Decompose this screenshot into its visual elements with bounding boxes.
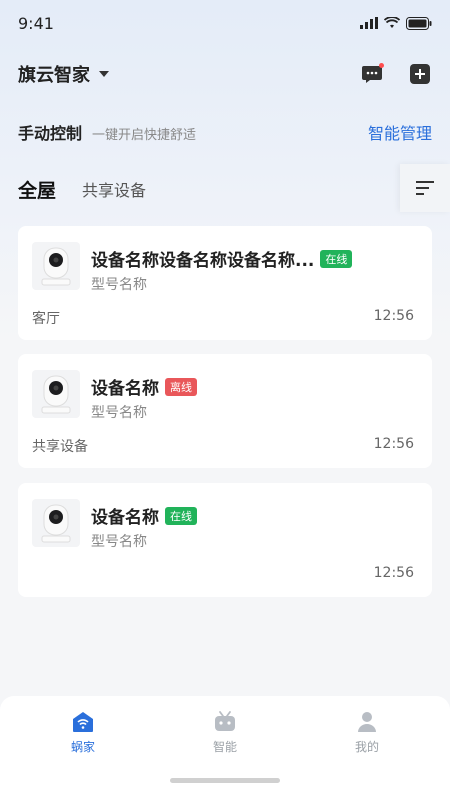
quick-control-title: 手动控制 [18, 124, 83, 143]
home-name: 旗云智家 [18, 65, 90, 86]
device-card[interactable]: 设备名称设备名称设备名称... 在线 型号名称 客厅 12:56 [18, 226, 432, 340]
status-badge: 在线 [320, 250, 353, 268]
device-time: 12:56 [373, 308, 414, 324]
message-button[interactable] [360, 62, 384, 86]
camera-thumbnail [32, 242, 80, 290]
device-model: 型号名称 [91, 277, 147, 293]
caret-down-icon [99, 71, 109, 77]
room-tabs: 全屋 共享设备 [18, 174, 146, 204]
camera-icon [41, 247, 71, 286]
status-badge: 在线 [165, 507, 197, 525]
device-room: 客厅 [32, 311, 60, 327]
device-room: 共享设备 [32, 439, 88, 455]
status-badge: 离线 [165, 378, 197, 396]
device-time: 12:56 [373, 436, 414, 452]
device-name-row: 设备名称 离线 [91, 374, 197, 399]
nav-home[interactable]: 蜗家 [43, 710, 123, 755]
robot-icon [215, 711, 235, 731]
sort-button[interactable] [400, 164, 450, 212]
plus-icon [410, 64, 430, 84]
home-selector[interactable]: 旗云智家 [18, 61, 110, 87]
device-model: 型号名称 [91, 405, 147, 421]
nav-mine[interactable]: 我的 [327, 710, 407, 755]
wifi-icon [384, 17, 400, 28]
status-icons [360, 16, 432, 30]
camera-icon [41, 504, 71, 543]
nav-smart-label: 智能 [212, 740, 237, 754]
quick-control-subtitle: 一键开启快捷舒适 [92, 128, 197, 143]
device-name-row: 设备名称 在线 [91, 503, 197, 528]
nav-home-label: 蜗家 [70, 740, 95, 754]
device-card[interactable]: 设备名称 离线 型号名称 共享设备 12:56 [18, 354, 432, 468]
status-time: 9:41 [18, 13, 54, 33]
nav-smart[interactable]: 智能 [185, 710, 265, 755]
bottom-nav: 蜗家 智能 我的 [0, 696, 450, 800]
unread-dot [379, 63, 384, 68]
device-model: 型号名称 [91, 534, 147, 550]
smart-manage-link[interactable]: 智能管理 [368, 120, 432, 144]
nav-mine-label: 我的 [354, 740, 379, 754]
signal-icon [360, 17, 378, 29]
tab-whole-house[interactable]: 全屋 [18, 176, 56, 203]
device-name: 设备名称 [91, 508, 159, 528]
sort-lines-icon [416, 181, 434, 195]
camera-thumbnail [32, 370, 80, 418]
tab-shared-devices[interactable]: 共享设备 [82, 177, 146, 201]
device-name: 设备名称设备名称设备名称... [91, 251, 315, 271]
camera-thumbnail [32, 499, 80, 547]
add-device-button[interactable] [408, 62, 432, 86]
quick-control-row: 手动控制 一键开启快捷舒适 智能管理 [18, 120, 432, 144]
camera-icon [41, 375, 71, 414]
device-name-row: 设备名称设备名称设备名称... 在线 [91, 246, 353, 271]
device-name: 设备名称 [91, 379, 159, 399]
person-icon [358, 712, 376, 732]
home-indicator [170, 778, 280, 783]
home-wifi-icon [73, 712, 93, 732]
battery-icon [406, 16, 432, 30]
device-card[interactable]: 设备名称 在线 型号名称 12:56 [18, 483, 432, 597]
app-header: 旗云智家 [18, 58, 432, 90]
device-time: 12:56 [373, 565, 414, 581]
status-bar: 9:41 [0, 0, 450, 46]
